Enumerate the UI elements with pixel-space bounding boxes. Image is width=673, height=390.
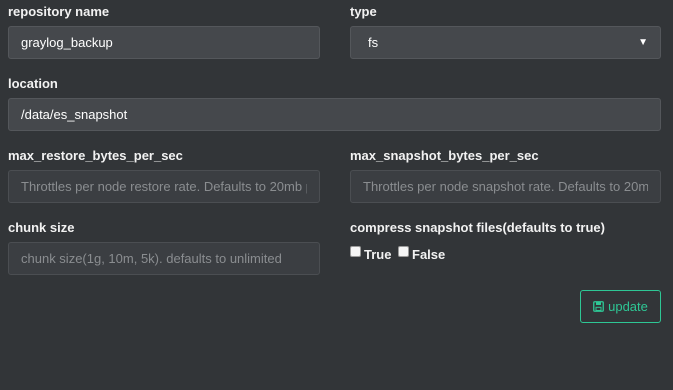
compress-true-label: True	[364, 247, 392, 262]
compress-false-option[interactable]: False	[398, 246, 446, 262]
max-restore-label: max_restore_bytes_per_sec	[8, 148, 183, 163]
repository-name-label: repository name	[8, 4, 110, 19]
max-restore-input[interactable]	[8, 170, 320, 203]
compress-true-option[interactable]: True	[350, 246, 392, 262]
save-icon	[593, 301, 605, 312]
chunk-size-label: chunk size	[8, 220, 75, 235]
compress-label: compress snapshot files(defaults to true…	[350, 220, 605, 235]
location-input[interactable]	[8, 98, 661, 131]
type-label: type	[350, 4, 377, 19]
chevron-down-icon: ▼	[638, 37, 648, 48]
chunk-size-input[interactable]	[8, 242, 320, 275]
compress-false-label: False	[412, 247, 446, 262]
max-snapshot-input[interactable]	[350, 170, 661, 203]
type-selected-value: fs	[368, 35, 379, 50]
max-snapshot-label: max_snapshot_bytes_per_sec	[350, 148, 539, 163]
compress-false-checkbox[interactable]	[398, 246, 409, 257]
update-button[interactable]: update	[580, 290, 661, 323]
update-button-label: update	[608, 299, 648, 314]
type-select[interactable]: fs ▼	[350, 26, 661, 59]
compress-true-checkbox[interactable]	[350, 246, 361, 257]
location-label: location	[8, 76, 58, 91]
repository-name-input[interactable]	[8, 26, 320, 59]
